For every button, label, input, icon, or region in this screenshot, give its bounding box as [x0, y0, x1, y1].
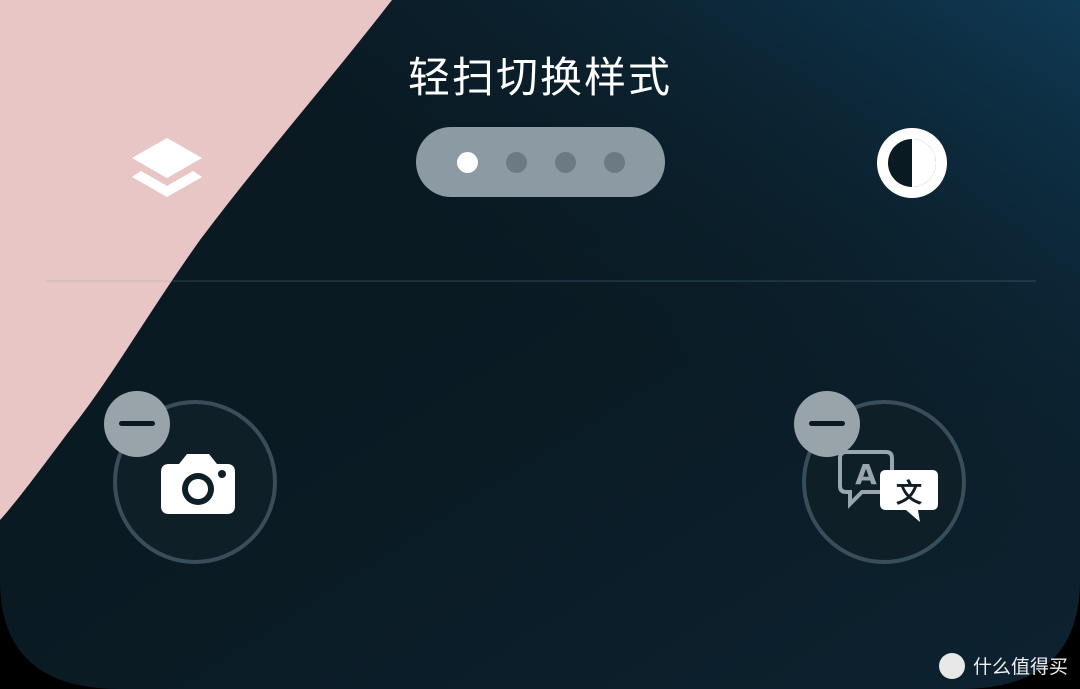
- page-dot[interactable]: [554, 151, 576, 173]
- divider: [46, 280, 1036, 282]
- lock-screen-customizer: 轻扫切换样式 A 文 什么值得买: [0, 0, 1080, 689]
- page-dot[interactable]: [505, 151, 527, 173]
- page-dot[interactable]: [603, 151, 625, 173]
- remove-translate-button[interactable]: [794, 391, 860, 457]
- translate-glyph-wen: 文: [896, 478, 923, 509]
- page-dot-active[interactable]: [456, 151, 478, 173]
- watermark: 什么值得买: [938, 652, 1068, 679]
- watermark-logo-icon: [938, 652, 965, 679]
- watermark-text: 什么值得买: [972, 656, 1068, 678]
- page-title: 轻扫切换样式: [407, 53, 672, 102]
- translate-glyph-a: A: [855, 458, 877, 491]
- contrast-icon[interactable]: [876, 127, 948, 199]
- page-indicator[interactable]: [416, 127, 665, 197]
- layers-icon[interactable]: [128, 126, 206, 204]
- remove-camera-button[interactable]: [104, 391, 170, 457]
